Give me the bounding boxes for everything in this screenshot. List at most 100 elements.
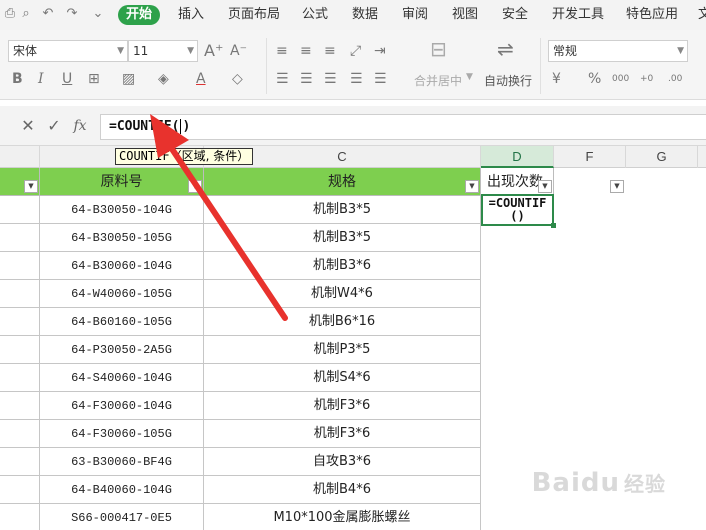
fill-handle[interactable] — [551, 223, 556, 228]
table-cell-spec[interactable]: 机制B4*6 — [204, 476, 481, 504]
tab-developer[interactable]: 开发工具 — [552, 0, 604, 30]
chevron-down-icon[interactable]: ▼ — [466, 72, 473, 82]
tab-data[interactable]: 数据 — [352, 0, 378, 30]
italic-icon[interactable]: I — [38, 70, 44, 88]
column-header-d[interactable]: D — [481, 146, 554, 168]
underline-icon[interactable]: U — [62, 70, 72, 88]
table-cell-material-no[interactable]: 64-B60160-105G — [40, 308, 204, 336]
tab-more[interactable]: 文 — [698, 0, 706, 30]
orientation-icon[interactable]: ⤢ — [350, 42, 361, 60]
table-cell[interactable] — [0, 252, 40, 280]
table-cell-material-no[interactable]: 64-B30050-105G — [40, 224, 204, 252]
filter-dropdown-icon[interactable]: ▼ — [188, 180, 202, 193]
filter-dropdown-icon[interactable]: ▼ — [538, 180, 552, 193]
table-cell-material-no[interactable]: 63-B30060-BF4G — [40, 448, 204, 476]
table-cell[interactable] — [0, 280, 40, 308]
column-header-h[interactable] — [698, 146, 706, 168]
tab-security[interactable]: 安全 — [502, 0, 528, 30]
close-icon[interactable]: ✕ — [18, 116, 38, 136]
column-header-f[interactable]: F — [554, 146, 626, 168]
header-cell-material-no[interactable]: 原料号 — [40, 168, 204, 196]
table-cell-material-no[interactable]: 64-S40060-104G — [40, 364, 204, 392]
table-cell-material-no[interactable]: 64-B30060-104G — [40, 252, 204, 280]
table-cell-spec[interactable]: M10*100金属膨胀螺丝 — [204, 504, 481, 530]
thousands-icon[interactable]: 000 — [612, 70, 629, 88]
table-cell-spec[interactable]: 机制B3*5 — [204, 196, 481, 224]
table-cell-material-no[interactable]: 64-W40060-105G — [40, 280, 204, 308]
table-cell-spec[interactable]: 机制F3*6 — [204, 420, 481, 448]
tab-review[interactable]: 审阅 — [402, 0, 428, 30]
tab-special-apps[interactable]: 特色应用 — [626, 0, 678, 30]
undo-icon[interactable]: ↶ — [40, 6, 56, 22]
align-top-icon[interactable]: ≡ — [276, 42, 288, 60]
table-cell-spec[interactable]: 机制P3*5 — [204, 336, 481, 364]
currency-icon[interactable]: ¥ — [552, 70, 561, 88]
align-left-icon[interactable]: ☰ — [276, 70, 289, 88]
table-cell[interactable] — [0, 392, 40, 420]
increase-decimal-icon[interactable]: +0 — [640, 70, 653, 88]
column-header-blank-a[interactable] — [0, 146, 40, 168]
align-right-icon[interactable]: ☰ — [324, 70, 337, 88]
merge-center-label[interactable]: 合并居中 — [414, 72, 462, 89]
table-cell[interactable] — [0, 224, 40, 252]
wrap-text-icon[interactable]: ⇌ — [497, 39, 514, 59]
print-icon[interactable]: ⎙ — [2, 6, 18, 22]
font-name-select[interactable]: 宋体 ▼ — [8, 40, 128, 62]
bold-icon[interactable]: B — [12, 70, 23, 88]
table-cell[interactable] — [0, 504, 40, 530]
table-cell[interactable] — [0, 448, 40, 476]
align-bottom-icon[interactable]: ≡ — [324, 42, 336, 60]
table-cell[interactable] — [0, 364, 40, 392]
filter-dropdown-icon[interactable]: ▼ — [24, 180, 38, 193]
active-cell-d2[interactable]: =COUNTIF() — [481, 194, 554, 226]
table-cell-spec[interactable]: 机制B3*5 — [204, 224, 481, 252]
table-cell[interactable] — [0, 476, 40, 504]
cell-style-icon[interactable]: ▨ — [122, 70, 135, 88]
chevron-down-icon[interactable]: ⌄ — [90, 6, 106, 22]
table-cell-spec[interactable]: 机制B6*16 — [204, 308, 481, 336]
tab-home[interactable]: 开始 — [118, 5, 161, 25]
font-shrink-icon[interactable]: A⁻ — [230, 42, 247, 60]
tab-insert[interactable]: 插入 — [178, 0, 204, 30]
print-preview-icon[interactable]: ⌕ — [18, 6, 34, 22]
justify-icon[interactable]: ☰ — [350, 70, 363, 88]
header-cell-spec[interactable]: 规格 — [204, 168, 481, 196]
table-cell-spec[interactable]: 机制S4*6 — [204, 364, 481, 392]
indent-icon[interactable]: ⇥ — [374, 42, 386, 60]
redo-icon[interactable]: ↷ — [64, 6, 80, 22]
table-cell-material-no[interactable]: 64-F30060-105G — [40, 420, 204, 448]
table-cell[interactable] — [0, 336, 40, 364]
table-cell-material-no[interactable]: 64-P30050-2A5G — [40, 336, 204, 364]
table-cell-spec[interactable]: 机制W4*6 — [204, 280, 481, 308]
table-cell-material-no[interactable]: 64-B30050-104G — [40, 196, 204, 224]
table-cell-spec[interactable]: 机制B3*6 — [204, 252, 481, 280]
decrease-decimal-icon[interactable]: .00 — [668, 70, 682, 88]
table-cell-spec[interactable]: 机制F3*6 — [204, 392, 481, 420]
filter-dropdown-icon[interactable]: ▼ — [610, 180, 624, 193]
align-middle-icon[interactable]: ≡ — [300, 42, 312, 60]
distribute-icon[interactable]: ☰ — [374, 70, 387, 88]
table-cell[interactable] — [0, 308, 40, 336]
tab-view[interactable]: 视图 — [452, 0, 478, 30]
table-cell-material-no[interactable]: S66-000417-0E5 — [40, 504, 204, 530]
eraser-icon[interactable]: ◇ — [232, 70, 243, 88]
percent-icon[interactable]: % — [588, 70, 601, 88]
tab-formulas[interactable]: 公式 — [302, 0, 328, 30]
table-cell-material-no[interactable]: 64-B40060-104G — [40, 476, 204, 504]
table-cell-spec[interactable]: 自攻B3*6 — [204, 448, 481, 476]
align-center-icon[interactable]: ☰ — [300, 70, 313, 88]
wrap-text-label[interactable]: 自动换行 — [484, 72, 532, 89]
number-format-select[interactable]: 常规 ▼ — [548, 40, 688, 62]
column-header-g[interactable]: G — [626, 146, 698, 168]
check-icon[interactable]: ✓ — [44, 116, 64, 136]
font-color-icon[interactable]: A — [196, 70, 206, 88]
font-size-select[interactable]: 11 ▼ — [128, 40, 198, 62]
filter-dropdown-icon[interactable]: ▼ — [465, 180, 479, 193]
formula-input[interactable]: =COUNTIF() — [100, 114, 706, 140]
table-cell-material-no[interactable]: 64-F30060-104G — [40, 392, 204, 420]
tab-page-layout[interactable]: 页面布局 — [228, 0, 280, 30]
font-grow-icon[interactable]: A⁺ — [204, 42, 223, 60]
fill-color-icon[interactable]: ◈ — [158, 70, 169, 88]
merge-center-icon[interactable]: ⊟ — [430, 39, 447, 59]
table-cell[interactable] — [0, 196, 40, 224]
